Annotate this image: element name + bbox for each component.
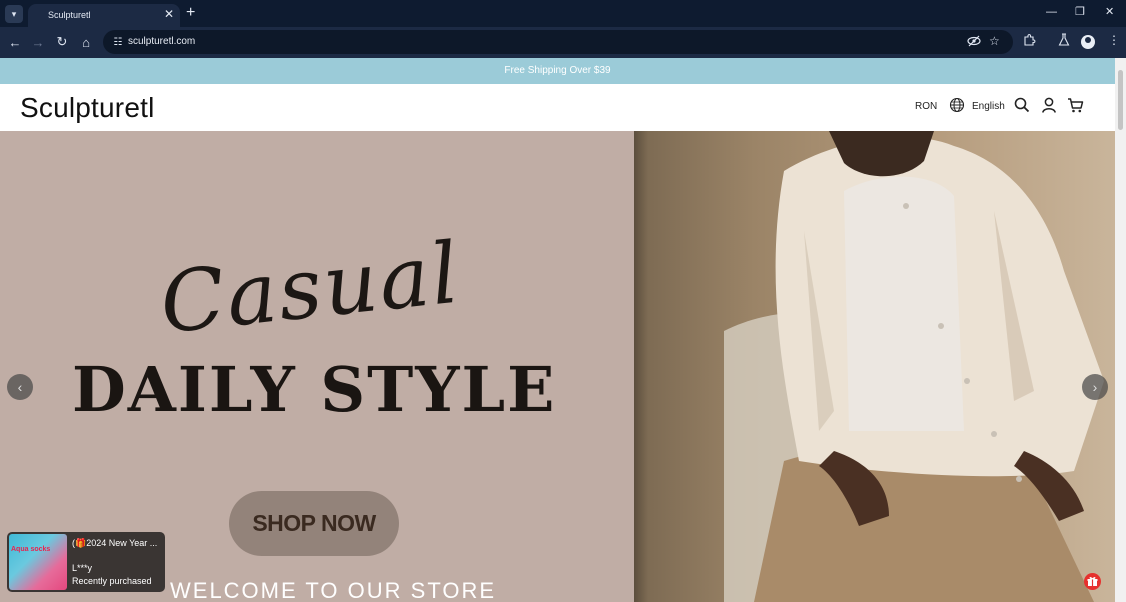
page-scrollbar[interactable] xyxy=(1115,58,1126,602)
hero-headline: DAILY STYLE xyxy=(72,353,557,426)
extensions-icon[interactable] xyxy=(1022,33,1036,50)
browser-tab[interactable]: Sculpturetl ✕ xyxy=(28,4,180,27)
photo-edge-shadow xyxy=(634,131,648,602)
hero-banner[interactable]: Casual DAILY STYLE SHOP NOW WELCOME TO O… xyxy=(0,131,1115,602)
browser-tab-bar: ▾ Sculpturetl ✕ + — ❐ ✕ xyxy=(0,0,1126,27)
star-icon[interactable]: ☆ xyxy=(989,34,1000,48)
popup-customer-name: L***y xyxy=(72,563,93,573)
account-icon[interactable] xyxy=(1041,97,1059,115)
close-icon[interactable]: ✕ xyxy=(1105,5,1114,19)
labs-icon[interactable] xyxy=(1058,33,1070,50)
tab-title: Sculpturetl xyxy=(48,10,91,20)
minimize-icon[interactable]: — xyxy=(1046,5,1057,19)
address-bar[interactable]: ☷ sculpturetl.com ☆ xyxy=(103,30,1013,54)
reload-icon[interactable]: ↻ xyxy=(53,33,71,51)
shop-now-button[interactable]: SHOP NOW xyxy=(229,491,399,556)
back-icon[interactable]: ← xyxy=(6,33,24,51)
recent-purchase-popup[interactable]: Aqua socks (🎁2024 New Year ... L***y Rec… xyxy=(7,532,165,592)
globe-icon[interactable] xyxy=(949,97,967,115)
prev-slide-button[interactable]: ‹ xyxy=(7,374,33,400)
site-logo[interactable]: Sculpturetl xyxy=(20,92,155,124)
next-slide-button[interactable]: › xyxy=(1082,374,1108,400)
language-selector[interactable]: English xyxy=(972,101,1005,112)
scrollbar-thumb[interactable] xyxy=(1118,70,1123,130)
url-text[interactable]: sculpturetl.com xyxy=(128,36,195,47)
web-page: Free Shipping Over $39 Sculpturetl RON E… xyxy=(0,58,1115,602)
search-icon[interactable] xyxy=(1014,97,1032,115)
browser-toolbar: ← → ↻ ⌂ ☷ sculpturetl.com ☆ ⋮ xyxy=(0,27,1126,58)
welcome-text: WELCOME TO OUR STORE xyxy=(170,578,497,602)
currency-selector[interactable]: RON xyxy=(915,101,937,112)
popup-subtitle: Recently purchased xyxy=(72,576,152,586)
eye-off-icon[interactable] xyxy=(967,34,981,51)
product-thumbnail: Aqua socks xyxy=(9,534,67,590)
restore-icon[interactable]: ❐ xyxy=(1075,5,1085,19)
announcement-bar: Free Shipping Over $39 xyxy=(0,58,1115,84)
hero-script-title: Casual xyxy=(155,223,465,353)
cart-icon[interactable] xyxy=(1067,97,1085,115)
hero-model-photo xyxy=(634,131,1115,602)
profile-icon[interactable] xyxy=(1081,35,1095,49)
forward-icon[interactable]: → xyxy=(29,33,47,51)
gift-icon[interactable] xyxy=(1084,573,1101,590)
thumbnail-text: Aqua socks xyxy=(11,546,51,553)
tab-search-icon[interactable]: ▾ xyxy=(5,5,23,23)
menu-icon[interactable]: ⋮ xyxy=(1108,33,1120,47)
home-icon[interactable]: ⌂ xyxy=(77,33,95,51)
tab-close-icon[interactable]: ✕ xyxy=(164,7,174,21)
site-info-icon[interactable]: ☷ xyxy=(111,35,125,49)
new-tab-button[interactable]: + xyxy=(186,4,195,22)
popup-product-title: (🎁2024 New Year ... xyxy=(72,538,158,548)
site-header: Sculpturetl RON English xyxy=(0,84,1115,131)
